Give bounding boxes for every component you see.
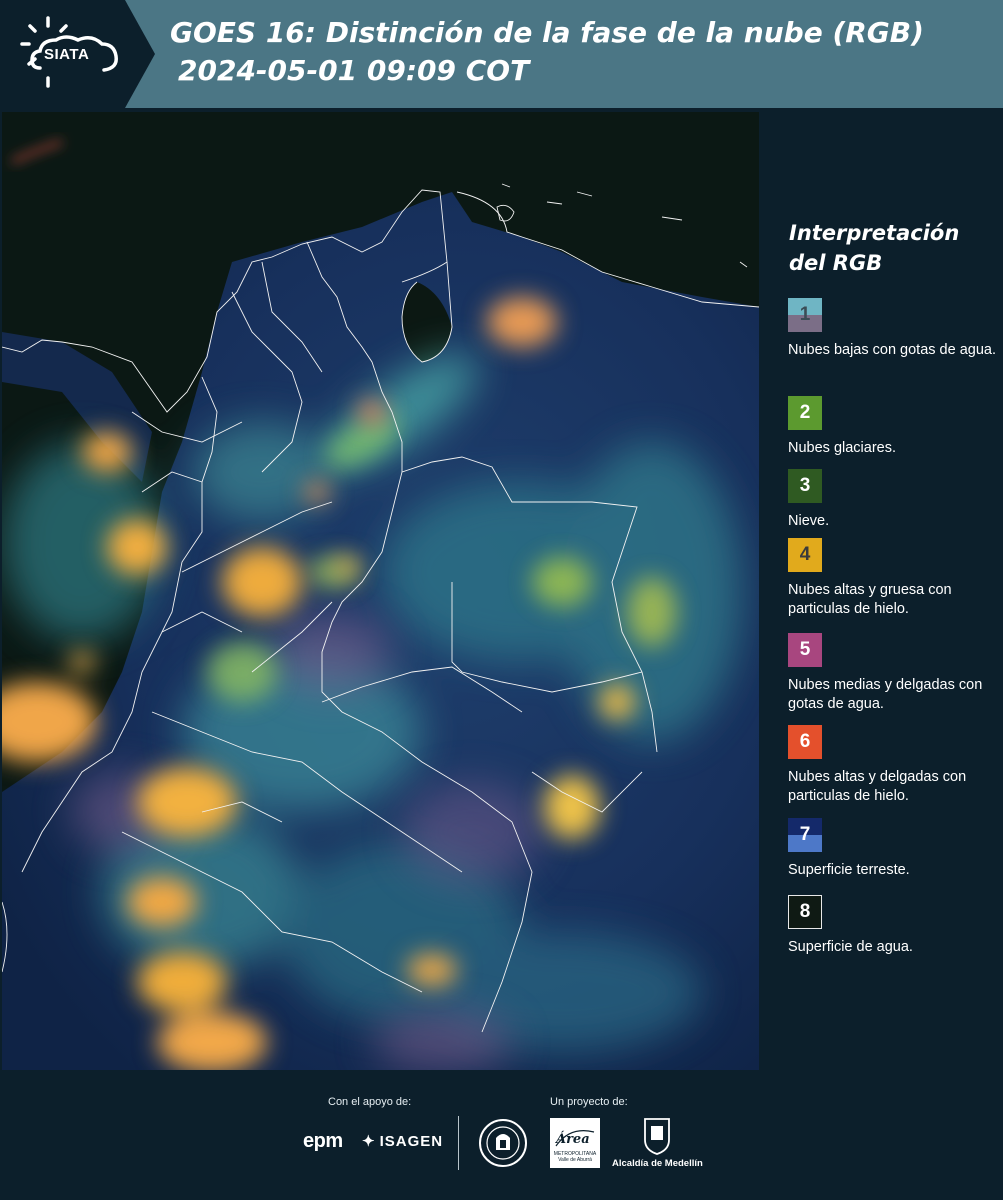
alcaldia-text: Alcaldía de Medellín bbox=[612, 1158, 703, 1169]
legend-swatch: 7 bbox=[788, 818, 822, 852]
legend-item: 8 Superficie de agua. bbox=[788, 895, 1003, 957]
legend-item: 2 Nubes glaciares. bbox=[788, 396, 1003, 458]
alcaldia-medellin-logo: Alcaldía de Medellín bbox=[612, 1116, 703, 1170]
legend-number: 3 bbox=[799, 475, 811, 496]
legend-label: Nubes altas y delgadas con particulas de… bbox=[788, 769, 967, 804]
legend-number: 5 bbox=[799, 639, 811, 660]
isagen-text: ISAGEN bbox=[379, 1133, 444, 1150]
footer-divider bbox=[458, 1116, 459, 1170]
satellite-map bbox=[2, 112, 759, 1070]
university-seal-icon bbox=[478, 1118, 528, 1168]
footer: Con el apoyo de: Un proyecto de: epm ✦ IS… bbox=[0, 1070, 1003, 1200]
legend-label: Nieve. bbox=[788, 513, 830, 529]
legend-item: 4 Nubes altas y gruesa con particulas de… bbox=[788, 538, 1003, 619]
area-metropolitana-logo: Área METROPOLITANA Valle de Aburrá bbox=[550, 1118, 600, 1168]
legend-number: 7 bbox=[799, 824, 811, 845]
legend-number: 2 bbox=[799, 402, 811, 423]
area-metropolitana-name: Área bbox=[556, 1132, 590, 1147]
legend-label: Superficie terreste. bbox=[788, 862, 910, 878]
coat-of-arms-icon bbox=[644, 1118, 670, 1155]
title-line-1: GOES 16: Distinción de la fase de la nub… bbox=[170, 16, 924, 49]
epm-logo: epm bbox=[303, 1130, 343, 1152]
isagen-logo: ✦ ISAGEN bbox=[362, 1132, 443, 1150]
legend-number: 8 bbox=[799, 901, 811, 922]
project-label: Un proyecto de: bbox=[550, 1096, 628, 1108]
legend-panel: Interpretación del RGB 1 Nubes bajas con… bbox=[770, 112, 1003, 1070]
area-metropolitana-subtitle: METROPOLITANA Valle de Aburrá bbox=[553, 1151, 597, 1163]
legend-label: Nubes medias y delgadas con gotas de agu… bbox=[788, 677, 983, 712]
legend-swatch: 8 bbox=[788, 895, 822, 929]
legend-number: 1 bbox=[799, 304, 811, 325]
legend-label: Nubes altas y gruesa con particulas de h… bbox=[788, 582, 952, 617]
legend-swatch: 3 bbox=[788, 469, 822, 503]
legend-item: 7 Superficie terreste. bbox=[788, 818, 1003, 880]
legend-item: 5 Nubes medias y delgadas con gotas de a… bbox=[788, 633, 1003, 714]
satellite-image bbox=[2, 112, 759, 1070]
legend-number: 6 bbox=[799, 731, 811, 752]
page-title: GOES 16: Distinción de la fase de la nub… bbox=[170, 14, 924, 90]
legend-swatch: 2 bbox=[788, 396, 822, 430]
legend-label: Nubes glaciares. bbox=[788, 440, 896, 456]
legend-swatch: 5 bbox=[788, 633, 822, 667]
isagen-mark-icon: ✦ bbox=[362, 1133, 376, 1150]
legend-label: Nubes bajas con gotas de agua. bbox=[788, 342, 996, 358]
legend-title: Interpretación del RGB bbox=[789, 221, 960, 275]
support-label: Con el apoyo de: bbox=[328, 1096, 412, 1108]
legend-item: 3 Nieve. bbox=[788, 469, 1003, 531]
legend-label: Superficie de agua. bbox=[788, 939, 913, 955]
header-bar: SIATA GOES 16: Distinción de la fase de … bbox=[0, 0, 1003, 108]
legend-swatch: 4 bbox=[788, 538, 822, 572]
legend-item: 6 Nubes altas y delgadas con particulas … bbox=[788, 725, 1003, 806]
legend-item: 1 Nubes bajas con gotas de agua. bbox=[788, 298, 1003, 360]
legend-swatch: 1 bbox=[788, 298, 822, 332]
legend-swatch: 6 bbox=[788, 725, 822, 759]
siata-logo: SIATA bbox=[0, 0, 155, 108]
logo-text: SIATA bbox=[44, 46, 90, 63]
title-line-2: 2024-05-01 09:09 COT bbox=[178, 54, 530, 87]
legend-number: 4 bbox=[799, 544, 811, 565]
